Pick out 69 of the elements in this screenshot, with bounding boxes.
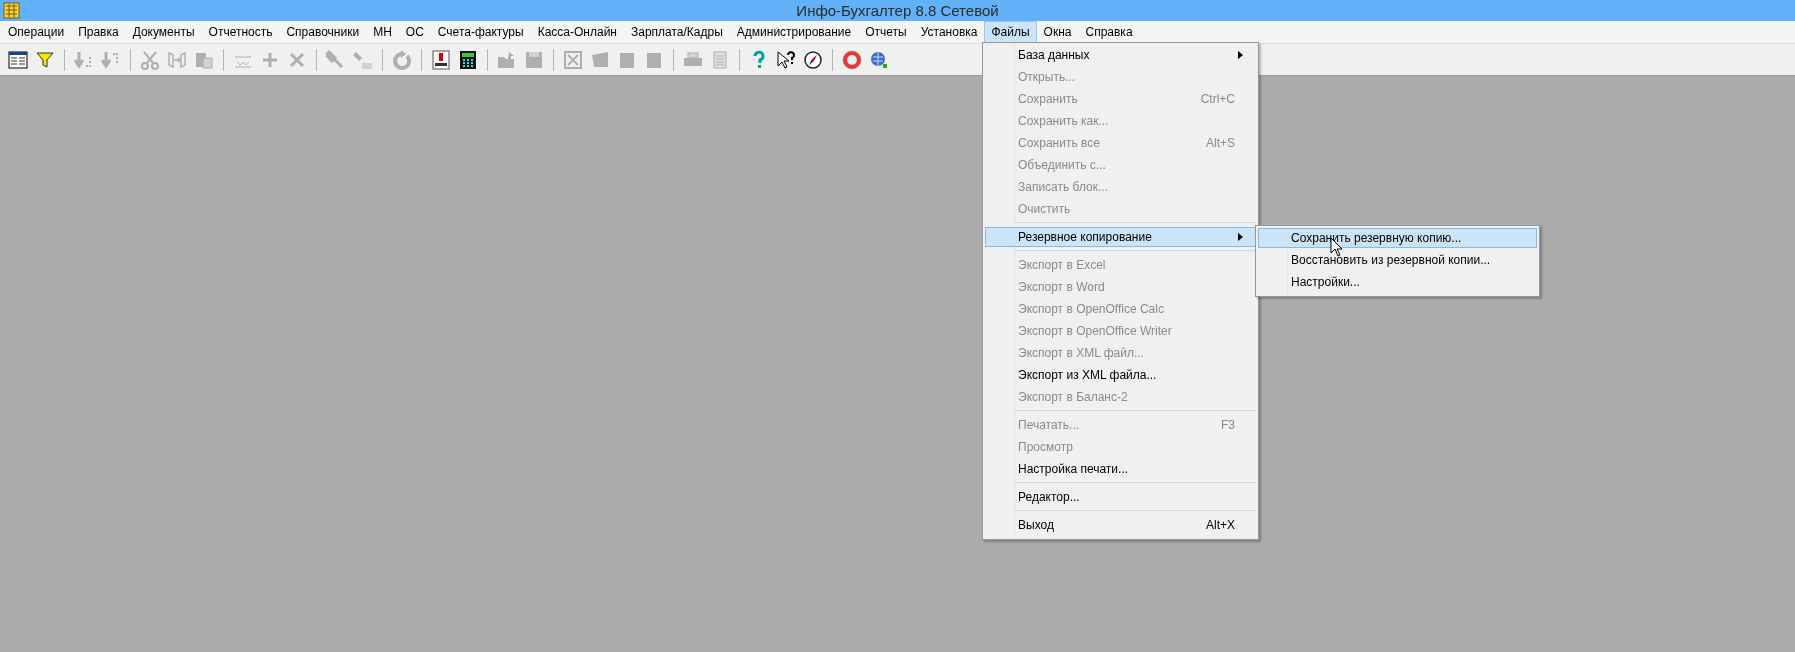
menu-bar-item[interactable]: Касса-Онлайн [530,21,624,43]
menu-item-label: Выход [1018,518,1055,532]
menu-item-label: Сохранить [1018,92,1079,106]
pointer-help-icon [776,49,796,70]
menu-bar-item[interactable]: ОС [398,21,431,43]
menu-bar-item[interactable]: Окна [1036,21,1079,43]
table-icon [8,49,28,70]
menu-item-label: База данных [1018,48,1091,62]
menu-bar-item[interactable]: Администрирование [729,21,859,43]
menu-bar-item[interactable]: Установка [913,21,985,43]
menu-item-label: Печатать... [1018,418,1081,432]
menu-bar-item[interactable]: МН [366,21,399,43]
menu-item-label: Экспорт в Excel [1018,258,1107,272]
menu-item-label: Сохранить как... [1018,114,1110,128]
menu-item-label: Объединить с... [1018,158,1107,172]
menu-bar-item[interactable]: Документы [125,21,202,43]
menu-item-label: Сохранить все [1018,136,1101,150]
save-icon [524,49,544,70]
filter-icon [35,49,55,70]
menu-bar-item[interactable]: Отчеты [858,21,914,43]
menu-item[interactable]: Настройки... [1258,272,1537,292]
menu-item[interactable]: Восстановить из резервной копии... [1258,250,1537,270]
menu-bar-item[interactable]: Справочники [279,21,367,43]
menu-item-label: Просмотр [1018,440,1074,454]
menu-item-label: Экспорт в Word [1018,280,1106,294]
lifebuoy-icon [842,49,862,70]
menu-item[interactable]: Редактор... [985,487,1256,507]
window-title: Инфо-Бухгалтер 8.8 Сетевой [796,2,999,19]
menu-item-label: Экспорт в XML файл... [1018,346,1145,360]
menu-bar-item[interactable]: Справка [1078,21,1140,43]
globe-icon [869,49,889,70]
shortcut-label: Alt+S [1206,136,1235,150]
menu-item-label: Экспорт в OpenOffice Calc [1018,302,1165,316]
menu-item-label: Записать блок... [1018,180,1109,194]
menu-bar-item[interactable]: Операции [1,21,72,43]
shortcut-label: Alt+X [1206,518,1235,532]
menu-item[interactable]: Резервное копирование [985,227,1256,247]
menu-bar-item[interactable]: Счета-фактуры [430,21,531,43]
sort-down-icon [74,49,94,70]
calculator-icon [458,49,478,70]
compass-icon [803,49,823,70]
menu-item[interactable]: Экспорт из XML файла... [985,365,1256,385]
menu-item[interactable]: База данных [985,45,1256,65]
menu-item[interactable]: Выход Alt+X [985,515,1256,535]
shortcut-label: F3 [1221,418,1235,432]
menu-item-label: Экспорт в OpenOffice Writer [1018,324,1173,338]
menu-item-label: Очистить [1018,202,1072,216]
menu-bar-item[interactable]: Отчетность [201,21,280,43]
preview-icon [710,49,730,70]
shortcut-label: Ctrl+C [1200,92,1235,106]
menu-item-label: Настройка печати... [1018,462,1130,476]
menu-item-label: Открыть... [1018,70,1077,84]
sort-up-icon [101,49,121,70]
refresh-icon [392,49,412,70]
scissors-icon [140,49,160,70]
menu-bar-item[interactable]: Правка [71,21,126,43]
menu-item-label: Экспорт в Баланс-2 [1018,390,1129,404]
menu-item[interactable]: Настройка печати... [985,459,1256,479]
menu-bar-item[interactable]: Зарплата/Кадры [623,21,730,43]
menu-item-label: Экспорт из XML файла... [1018,368,1158,382]
menu-bar-item[interactable]: Файлы [984,21,1037,43]
document-icon [590,49,610,70]
spreadsheet-icon [563,49,583,70]
menu-item-label: Резервное копирование [1018,230,1153,244]
move-icon [167,49,187,70]
menu-item[interactable]: Сохранить резервную копию... [1258,228,1537,248]
folder-icon [497,49,517,70]
app-icon [3,2,20,19]
menu-item-label: Редактор... [1018,490,1081,504]
